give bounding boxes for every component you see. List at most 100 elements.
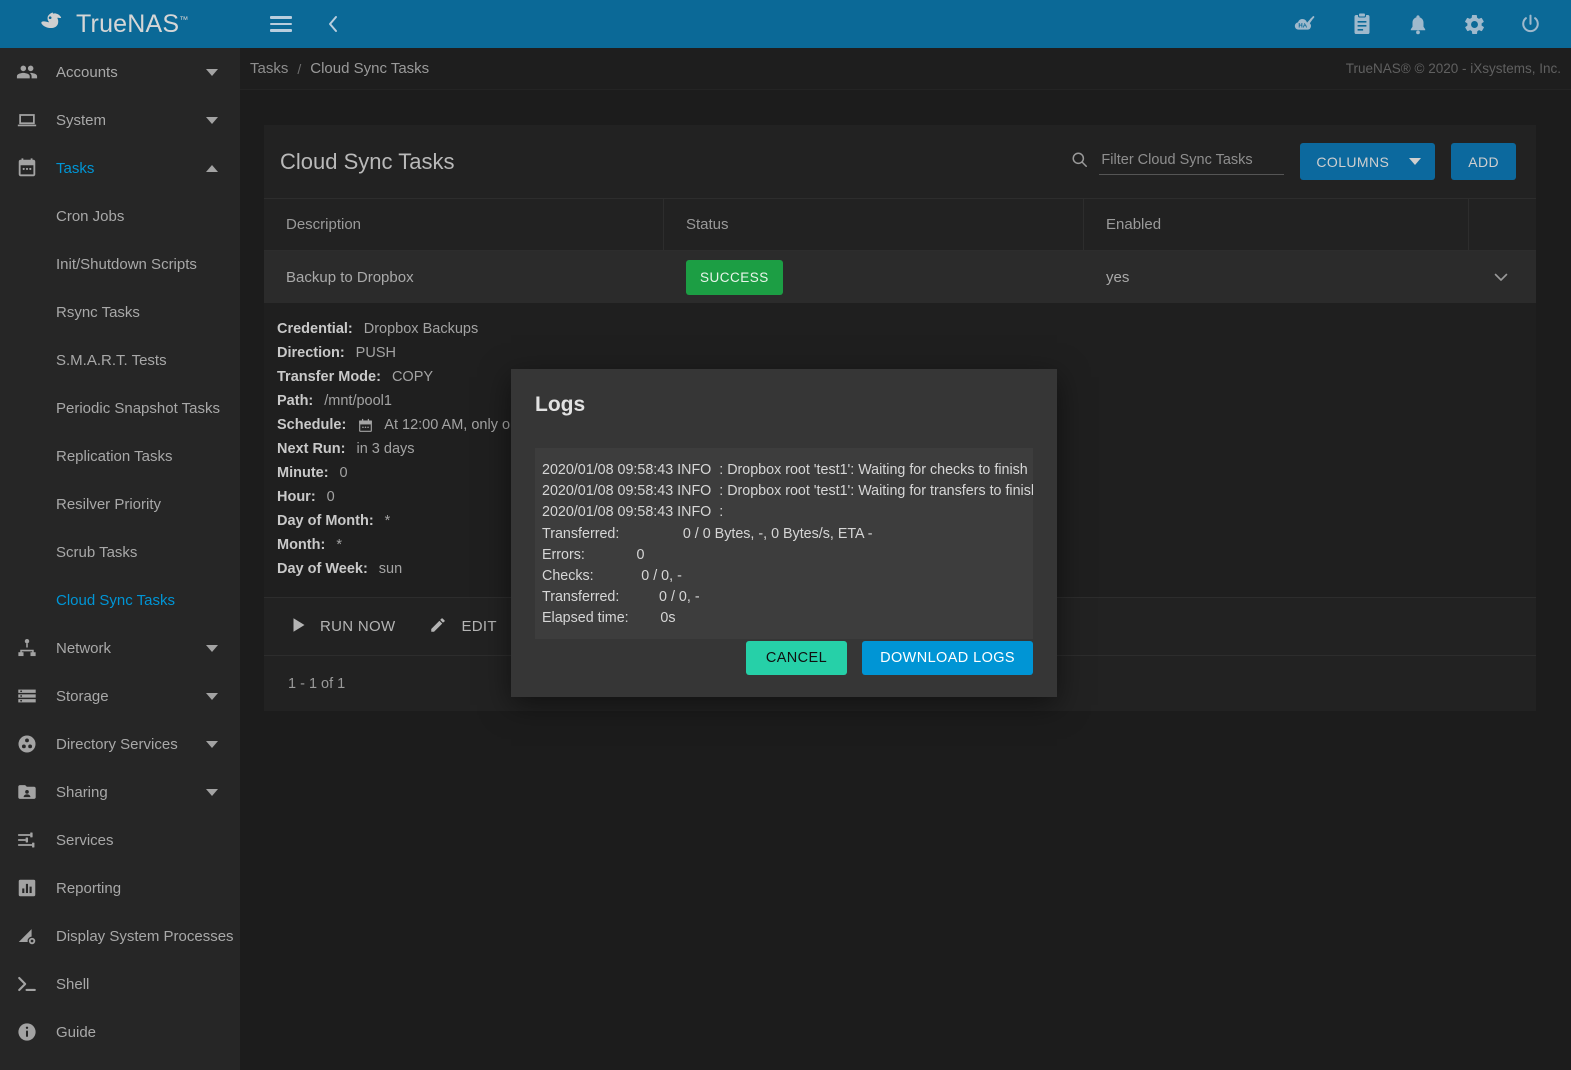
chevron-down-icon[interactable] [206, 116, 218, 124]
edit-button[interactable]: EDIT [429, 616, 497, 638]
detail-row-direction: Direction: PUSH [277, 341, 1536, 365]
log-output[interactable]: 2020/01/08 09:58:43 INFO : Dropbox root … [535, 448, 1033, 639]
detail-value: in 3 days [356, 441, 415, 457]
sidebar-item-network[interactable]: Network [0, 624, 240, 672]
sidebar-item-cron-jobs[interactable]: Cron Jobs [0, 192, 240, 240]
sidebar-item-system[interactable]: System [0, 96, 240, 144]
sidebar-item-label: System [56, 111, 107, 129]
detail-label: Transfer Mode: [277, 369, 381, 385]
sidebar-item-label: Storage [56, 687, 109, 705]
sidebar-item-label: Tasks [56, 159, 95, 177]
sidebar-subitem-label: Cloud Sync Tasks [56, 591, 175, 609]
sidebar-item-smart-tests[interactable]: S.M.A.R.T. Tests [0, 336, 240, 384]
detail-value: * [336, 537, 342, 553]
power-icon[interactable] [1517, 11, 1543, 37]
sidebar-item-label: Guide [56, 1023, 97, 1041]
detail-row-credential: Credential: Dropbox Backups [277, 317, 1536, 341]
sidebar-item-resilver-priority[interactable]: Resilver Priority [0, 480, 240, 528]
detail-value: 0 [326, 489, 335, 505]
info-guide-icon [14, 1019, 40, 1045]
sidebar-item-tasks[interactable]: Tasks [0, 144, 240, 192]
search-input[interactable] [1099, 148, 1285, 175]
calendar-icon [14, 155, 40, 181]
sidebar-item-label: Accounts [56, 63, 118, 81]
detail-label: Minute: [277, 465, 329, 481]
hamburger-menu-icon[interactable] [268, 11, 294, 37]
sidebar-item-reporting[interactable]: Reporting [0, 864, 240, 912]
download-logs-button[interactable]: DOWNLOAD LOGS [862, 641, 1033, 675]
sidebar-item-scrub-tasks[interactable]: Scrub Tasks [0, 528, 240, 576]
jobs-clipboard-icon[interactable] [1349, 11, 1375, 37]
sidebar-subitem-label: Rsync Tasks [56, 303, 140, 321]
brand: TrueNAS™ [0, 0, 240, 48]
reporting-chart-icon [14, 875, 40, 901]
sidebar-item-storage[interactable]: Storage [0, 672, 240, 720]
detail-label: Month: [277, 537, 326, 553]
ha-status-icon[interactable]: HA [1293, 11, 1319, 37]
sidebar: Accounts System Tasks Cron Jobs Init/Shu… [0, 48, 240, 1070]
chevron-down-icon[interactable] [1494, 270, 1508, 285]
sidebar-item-label: Sharing [56, 783, 108, 801]
detail-value: At 12:00 AM, only o [384, 417, 511, 433]
chevron-down-icon[interactable] [206, 68, 218, 76]
columns-button[interactable]: COLUMNS [1300, 143, 1436, 180]
column-header-description[interactable]: Description [264, 198, 664, 251]
directory-services-icon [14, 731, 40, 757]
sidebar-item-label: Reporting [56, 879, 122, 897]
top-app-bar: TrueNAS™ HA [0, 0, 1571, 48]
breadcrumb-separator: / [297, 60, 302, 77]
chevron-down-icon[interactable] [206, 740, 218, 748]
chevron-left-icon[interactable] [320, 11, 346, 37]
sidebar-item-label: Shell [56, 975, 90, 993]
sidebar-item-cloud-sync-tasks[interactable]: Cloud Sync Tasks [0, 576, 240, 624]
sidebar-item-accounts[interactable]: Accounts [0, 48, 240, 96]
column-header-status[interactable]: Status [664, 198, 1084, 251]
cell-expand[interactable] [1469, 251, 1536, 303]
detail-label: Day of Week: [277, 561, 368, 577]
sidebar-item-services[interactable]: Services [0, 816, 240, 864]
sidebar-item-guide[interactable]: Guide [0, 1008, 240, 1056]
card-actions: COLUMNS ADD [1070, 143, 1516, 180]
log-line: Checks: 0 / 0, - [542, 568, 682, 585]
search-icon [1070, 150, 1089, 174]
log-line: Elapsed time: 0s [542, 610, 676, 627]
sidebar-item-init-shutdown-scripts[interactable]: Init/Shutdown Scripts [0, 240, 240, 288]
page-title: Cloud Sync Tasks [280, 148, 455, 174]
sidebar-item-shell[interactable]: Shell [0, 960, 240, 1008]
sidebar-subitem-label: Resilver Priority [56, 495, 162, 513]
sidebar-item-sharing[interactable]: Sharing [0, 768, 240, 816]
sidebar-item-label: Network [56, 639, 112, 657]
copyright-text: TrueNAS® © 2020 - iXsystems, Inc. [1345, 61, 1561, 76]
play-icon [292, 617, 306, 637]
processes-icon [14, 923, 40, 949]
column-header-enabled[interactable]: Enabled [1084, 198, 1469, 251]
sidebar-item-rsync-tasks[interactable]: Rsync Tasks [0, 288, 240, 336]
card-header: Cloud Sync Tasks COLUMNS ADD [264, 125, 1536, 198]
topbar-right-icons: HA [1293, 11, 1571, 37]
log-line: 2020/01/08 09:58:43 INFO : Dropbox root … [542, 462, 1028, 478]
chevron-up-icon[interactable] [206, 164, 218, 172]
log-line: Errors: 0 [542, 546, 645, 563]
sidebar-item-periodic-snapshot-tasks[interactable]: Periodic Snapshot Tasks [0, 384, 240, 432]
sidebar-item-directory-services[interactable]: Directory Services [0, 720, 240, 768]
notifications-bell-icon[interactable] [1405, 11, 1431, 37]
chevron-down-icon[interactable] [206, 788, 218, 796]
detail-value: PUSH [355, 345, 396, 361]
sidebar-item-display-system-processes[interactable]: Display System Processes [0, 912, 240, 960]
detail-label: Hour: [277, 489, 316, 505]
cancel-button[interactable]: CANCEL [745, 641, 848, 675]
status-badge[interactable]: SUCCESS [686, 259, 783, 295]
log-line: Transferred: 0 / 0, - [542, 589, 700, 606]
add-button[interactable]: ADD [1451, 143, 1516, 180]
chevron-down-icon[interactable] [206, 644, 218, 652]
detail-value: /mnt/pool1 [324, 393, 392, 409]
sidebar-item-replication-tasks[interactable]: Replication Tasks [0, 432, 240, 480]
settings-gear-icon[interactable] [1461, 11, 1487, 37]
table-row[interactable]: Backup to Dropbox SUCCESS yes [264, 251, 1536, 303]
breadcrumb-parent[interactable]: Tasks [250, 60, 288, 77]
detail-value: Dropbox Backups [363, 321, 479, 337]
logs-dialog: Logs 2020/01/08 09:58:43 INFO : Dropbox … [511, 369, 1057, 697]
detail-label: Next Run: [277, 441, 346, 457]
chevron-down-icon[interactable] [206, 692, 218, 700]
run-now-button[interactable]: RUN NOW [292, 617, 395, 637]
